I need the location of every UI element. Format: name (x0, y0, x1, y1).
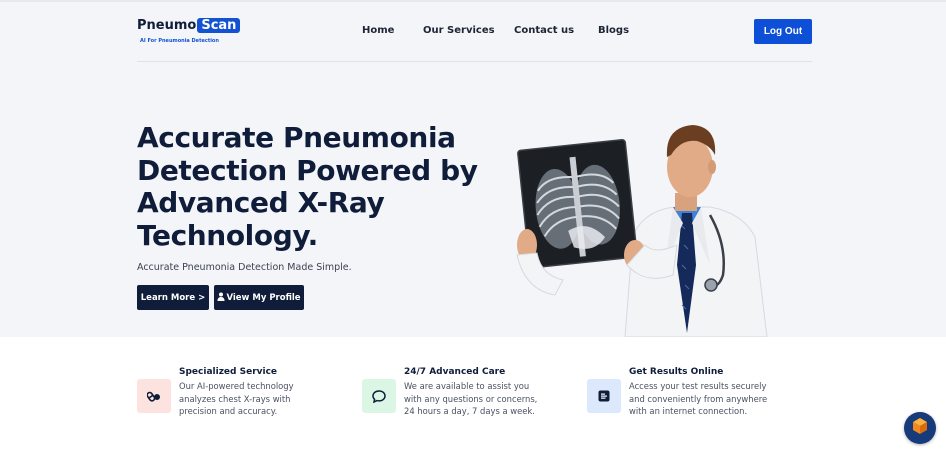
chat-widget-button[interactable] (904, 412, 936, 444)
chat-icon (362, 379, 396, 413)
logo-text-pneumo: Pneumo (137, 18, 197, 33)
feature-card: Specialized Service Our AI-powered techn… (137, 365, 337, 435)
view-profile-label: View My Profile (226, 292, 301, 303)
doctor-xray-illustration (505, 115, 770, 337)
feature-title: Get Results Online (629, 367, 724, 377)
nav-divider (137, 61, 812, 62)
logo-text-scan: Scan (197, 18, 241, 33)
cube-icon (911, 417, 929, 439)
feature-description: Our AI-powered technology analyzes chest… (179, 381, 294, 416)
nav-contact-us[interactable]: Contact us (514, 25, 574, 36)
logo-wordmark: Pneumo Scan (137, 18, 241, 33)
view-profile-button[interactable]: View My Profile (214, 285, 304, 310)
nav-our-services[interactable]: Our Services (423, 25, 495, 36)
logout-button[interactable]: Log Out (754, 19, 812, 44)
learn-more-label: Learn More > (140, 292, 206, 303)
feature-title: Specialized Service (179, 367, 278, 377)
feature-card: 24/7 Advanced Care We are available to a… (362, 365, 562, 435)
logo-tagline: AI For Pneumonia Detection (140, 38, 219, 44)
hero-subtitle: Accurate Pneumonia Detection Made Simple… (137, 262, 352, 273)
navbar: Pneumo Scan AI For Pneumonia Detection Ho… (137, 15, 812, 51)
nav-home[interactable]: Home (362, 25, 394, 36)
hero-title: Accurate Pneumonia Detection Powered by … (137, 121, 478, 252)
feature-description: We are available to assist you with any … (404, 381, 538, 416)
nav-blogs[interactable]: Blogs (598, 25, 629, 36)
document-icon (587, 379, 621, 413)
feature-description: Access your test results securely and co… (629, 381, 768, 416)
user-icon (217, 292, 225, 303)
logo[interactable]: Pneumo Scan AI For Pneumonia Detection (137, 18, 241, 48)
pills-icon (137, 379, 171, 413)
learn-more-button[interactable]: Learn More > (137, 285, 209, 310)
feature-card: Get Results Online Access your test resu… (587, 365, 787, 435)
feature-title: 24/7 Advanced Care (404, 367, 506, 377)
top-border (0, 0, 946, 2)
features-section: Specialized Service Our AI-powered techn… (0, 337, 946, 455)
